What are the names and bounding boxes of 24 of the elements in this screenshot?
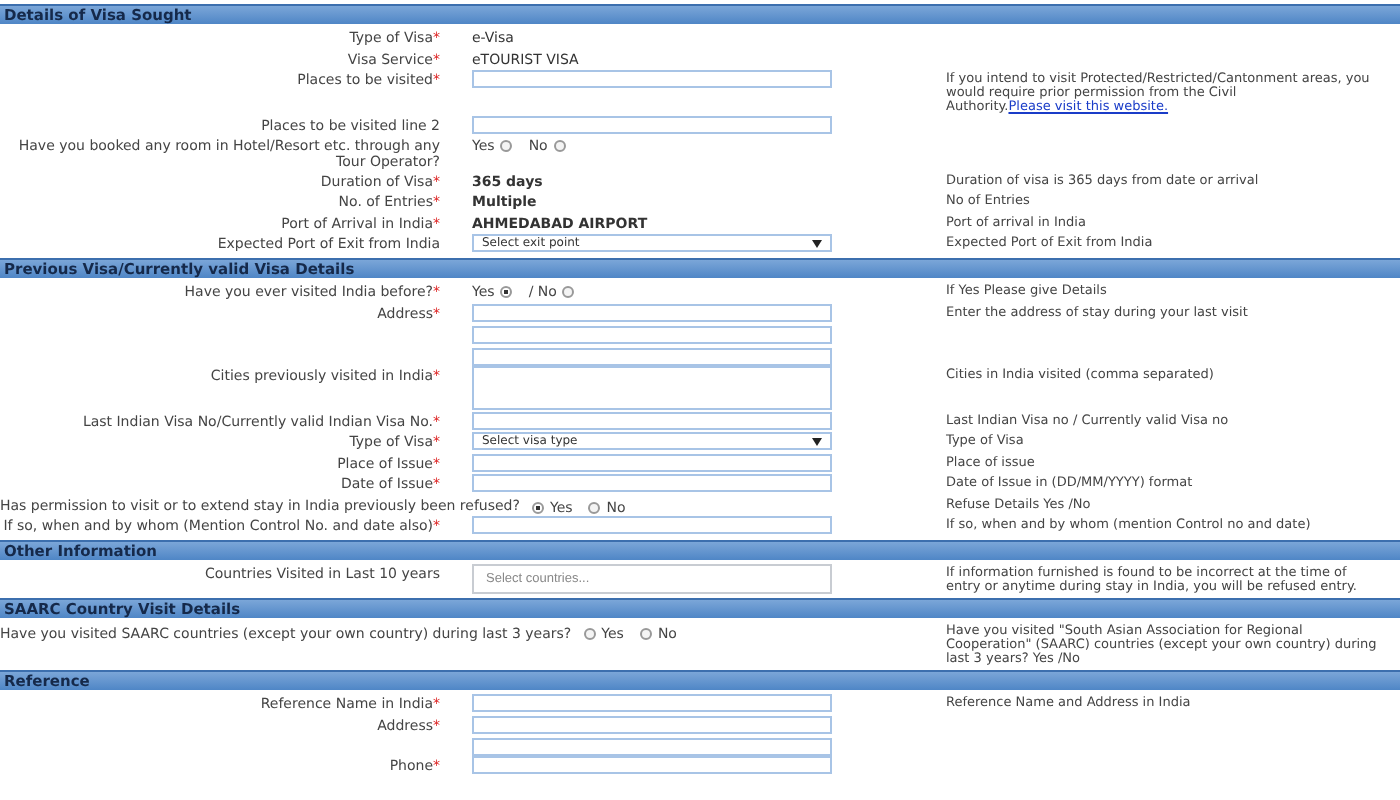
input-field[interactable] bbox=[472, 347, 832, 365]
input-field[interactable] bbox=[472, 325, 832, 343]
input-field[interactable] bbox=[472, 694, 832, 712]
radio-button[interactable] bbox=[553, 140, 566, 152]
radio-button[interactable] bbox=[588, 501, 601, 513]
radio-button[interactable] bbox=[500, 286, 513, 298]
radio-button[interactable] bbox=[583, 628, 596, 640]
input-field[interactable] bbox=[472, 453, 832, 471]
radio-button[interactable] bbox=[639, 628, 652, 640]
input-field[interactable] bbox=[472, 411, 832, 429]
input-field[interactable] bbox=[472, 303, 832, 321]
input-field[interactable] bbox=[472, 516, 832, 534]
radio-button[interactable] bbox=[531, 501, 544, 513]
input-field[interactable] bbox=[472, 70, 832, 88]
caret-icon bbox=[812, 437, 822, 445]
input-field[interactable] bbox=[472, 474, 832, 492]
input-field[interactable] bbox=[472, 715, 832, 733]
text-area[interactable] bbox=[472, 366, 832, 410]
caret-icon bbox=[812, 239, 822, 247]
input-field[interactable] bbox=[472, 115, 832, 133]
radio-button[interactable] bbox=[500, 140, 513, 152]
radio-button[interactable] bbox=[562, 286, 575, 298]
input-field[interactable] bbox=[472, 737, 832, 755]
input-field[interactable] bbox=[472, 756, 832, 774]
